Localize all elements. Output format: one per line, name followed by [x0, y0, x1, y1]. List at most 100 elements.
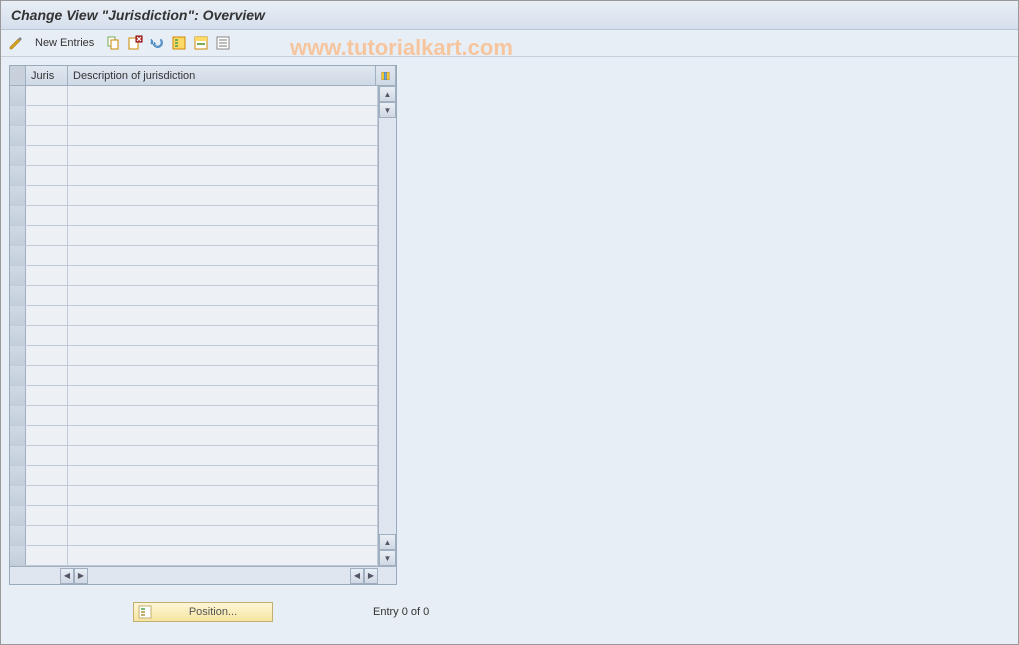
row-selector[interactable] — [10, 186, 26, 205]
table-row — [10, 286, 378, 306]
row-selector[interactable] — [10, 386, 26, 405]
row-selector[interactable] — [10, 166, 26, 185]
cell-description[interactable] — [68, 246, 378, 265]
row-selector[interactable] — [10, 446, 26, 465]
row-selector[interactable] — [10, 486, 26, 505]
cell-description[interactable] — [68, 186, 378, 205]
select-block-icon[interactable] — [192, 34, 210, 52]
row-selector[interactable] — [10, 106, 26, 125]
cell-description[interactable] — [68, 166, 378, 185]
cell-description[interactable] — [68, 546, 378, 565]
cell-juris[interactable] — [26, 306, 68, 325]
row-selector[interactable] — [10, 126, 26, 145]
cell-description[interactable] — [68, 266, 378, 285]
cell-description[interactable] — [68, 106, 378, 125]
cell-description[interactable] — [68, 86, 378, 105]
cell-juris[interactable] — [26, 386, 68, 405]
cell-description[interactable] — [68, 486, 378, 505]
cell-description[interactable] — [68, 506, 378, 525]
column-header-description[interactable]: Description of jurisdiction — [68, 66, 376, 85]
scroll-left-button[interactable]: ◀ — [60, 568, 74, 584]
change-display-icon[interactable] — [7, 34, 25, 52]
cell-juris[interactable] — [26, 426, 68, 445]
column-header-juris[interactable]: Juris — [26, 66, 68, 85]
row-selector[interactable] — [10, 206, 26, 225]
cell-juris[interactable] — [26, 206, 68, 225]
undo-icon[interactable] — [148, 34, 166, 52]
configure-columns-button[interactable] — [376, 66, 396, 85]
deselect-all-icon[interactable] — [214, 34, 232, 52]
row-selector[interactable] — [10, 366, 26, 385]
cell-juris[interactable] — [26, 166, 68, 185]
horizontal-scroll-track[interactable] — [88, 568, 350, 584]
copy-icon[interactable] — [104, 34, 122, 52]
scroll-right-button-2[interactable]: ▶ — [364, 568, 378, 584]
position-button[interactable]: Position... — [133, 602, 273, 622]
delete-icon[interactable] — [126, 34, 144, 52]
row-selector[interactable] — [10, 146, 26, 165]
vertical-scrollbar[interactable]: ▲ ▼ ▲ ▼ — [378, 86, 396, 566]
cell-description[interactable] — [68, 406, 378, 425]
scroll-down-button[interactable]: ▼ — [379, 102, 396, 118]
row-selector[interactable] — [10, 526, 26, 545]
cell-juris[interactable] — [26, 106, 68, 125]
scroll-down-button-2[interactable]: ▼ — [379, 550, 396, 566]
window-title-bar: Change View "Jurisdiction": Overview — [1, 1, 1018, 30]
cell-description[interactable] — [68, 206, 378, 225]
cell-juris[interactable] — [26, 186, 68, 205]
row-selector[interactable] — [10, 466, 26, 485]
cell-juris[interactable] — [26, 406, 68, 425]
row-selector[interactable] — [10, 406, 26, 425]
row-selector[interactable] — [10, 286, 26, 305]
row-selector[interactable] — [10, 546, 26, 565]
cell-description[interactable] — [68, 226, 378, 245]
row-selector[interactable] — [10, 506, 26, 525]
cell-juris[interactable] — [26, 266, 68, 285]
cell-juris[interactable] — [26, 246, 68, 265]
cell-juris[interactable] — [26, 86, 68, 105]
row-selector[interactable] — [10, 346, 26, 365]
cell-description[interactable] — [68, 146, 378, 165]
row-selector[interactable] — [10, 226, 26, 245]
scroll-left-button-2[interactable]: ◀ — [350, 568, 364, 584]
cell-description[interactable] — [68, 126, 378, 145]
cell-description[interactable] — [68, 386, 378, 405]
row-selector[interactable] — [10, 246, 26, 265]
cell-juris[interactable] — [26, 506, 68, 525]
cell-juris[interactable] — [26, 326, 68, 345]
cell-juris[interactable] — [26, 226, 68, 245]
cell-juris[interactable] — [26, 526, 68, 545]
cell-description[interactable] — [68, 446, 378, 465]
cell-description[interactable] — [68, 346, 378, 365]
cell-description[interactable] — [68, 306, 378, 325]
row-selector[interactable] — [10, 326, 26, 345]
cell-juris[interactable] — [26, 446, 68, 465]
cell-juris[interactable] — [26, 546, 68, 565]
cell-juris[interactable] — [26, 366, 68, 385]
cell-juris[interactable] — [26, 466, 68, 485]
cell-description[interactable] — [68, 426, 378, 445]
row-selector[interactable] — [10, 306, 26, 325]
row-selector[interactable] — [10, 86, 26, 105]
cell-juris[interactable] — [26, 146, 68, 165]
horizontal-scrollbar[interactable]: ◀ ▶ ◀ ▶ — [10, 566, 396, 584]
cell-description[interactable] — [68, 366, 378, 385]
row-header-column[interactable] — [10, 66, 26, 85]
vertical-scroll-track[interactable] — [379, 118, 396, 534]
table-row — [10, 386, 378, 406]
cell-juris[interactable] — [26, 126, 68, 145]
cell-juris[interactable] — [26, 486, 68, 505]
cell-description[interactable] — [68, 286, 378, 305]
select-all-icon[interactable] — [170, 34, 188, 52]
new-entries-button[interactable]: New Entries — [29, 35, 100, 51]
scroll-up-button-2[interactable]: ▲ — [379, 534, 396, 550]
row-selector[interactable] — [10, 266, 26, 285]
cell-juris[interactable] — [26, 286, 68, 305]
scroll-right-button[interactable]: ▶ — [74, 568, 88, 584]
cell-juris[interactable] — [26, 346, 68, 365]
cell-description[interactable] — [68, 466, 378, 485]
scroll-up-button[interactable]: ▲ — [379, 86, 396, 102]
cell-description[interactable] — [68, 526, 378, 545]
row-selector[interactable] — [10, 426, 26, 445]
cell-description[interactable] — [68, 326, 378, 345]
